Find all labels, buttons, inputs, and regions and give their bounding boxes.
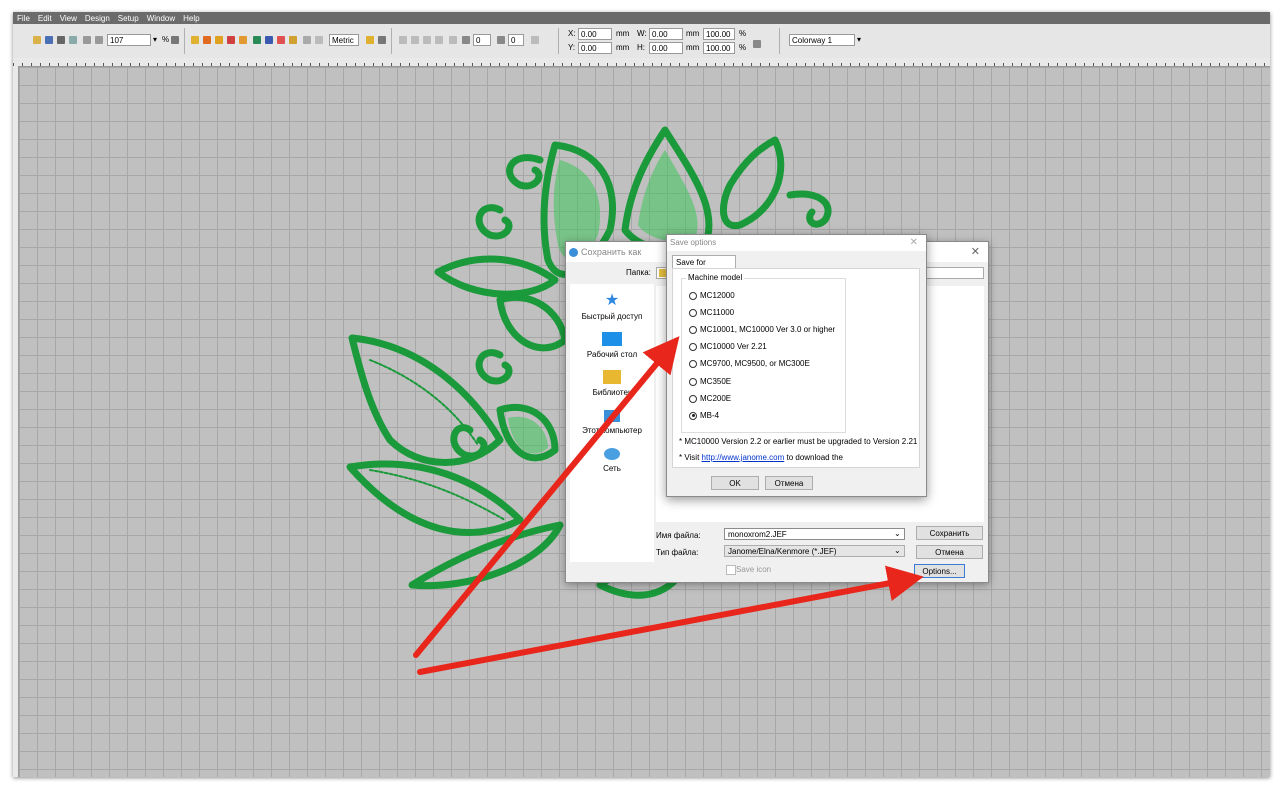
app-icon [569,248,578,257]
radio-selected-icon [689,411,697,420]
places-sidebar: ★ Быстрый доступ Рабочий стол Библиотек … [570,284,654,562]
radio-label: MC11000 [700,308,735,317]
folder-icon [603,370,621,384]
visit-suffix: to download the [786,453,843,462]
janome-link[interactable]: http://www.janome.com [702,453,785,462]
filename-label: Имя файла: [656,531,701,540]
save-button[interactable]: Сохранить [916,526,983,540]
close-icon[interactable]: ✕ [971,245,980,258]
options-button[interactable]: Options... [914,564,965,578]
radio-label: MC10001, MC10000 Ver 3.0 or higher [700,325,836,334]
radio-icon [689,308,697,317]
visit-prefix: * Visit [679,453,700,462]
radio-mc200e[interactable]: MC200E [689,393,731,404]
folder-label: Папка: [626,268,651,277]
radio-mc350e[interactable]: MC350E [689,376,731,387]
ok-button[interactable]: OK [711,476,759,490]
radio-icon [689,359,697,368]
machine-model-group: Machine model MC12000 MC11000 MC10001, M… [681,273,846,433]
tab-save-for-machine[interactable]: Save for Machine [672,255,736,281]
radio-mc12000[interactable]: MC12000 [689,290,735,301]
radio-mb4[interactable]: MB-4 [689,410,719,421]
radio-mc10000-221[interactable]: MC10000 Ver 2.21 [689,341,767,352]
filename-input[interactable]: monoxrom2.JEF [724,528,905,540]
nav-desktop-label: Рабочий стол [586,350,638,359]
filename-dropdown-icon[interactable]: ⌄ [894,528,901,540]
save-icon-checkbox[interactable] [726,565,736,575]
radio-label: MC200E [700,394,732,403]
filetype-select[interactable]: Janome/Elna/Kenmore (*.JEF) [724,545,905,557]
nav-this-pc-label: Этот компьютер [582,426,642,435]
nav-quick-access-label: Быстрый доступ [581,312,643,321]
radio-mc11000[interactable]: MC11000 [689,307,734,318]
visit-note: * Visit http://www.janome.com to downloa… [679,453,843,462]
radio-label: MC12000 [700,291,735,300]
save-options-title: Save options [670,238,717,247]
radio-mc10001[interactable]: MC10001, MC10000 Ver 3.0 or higher [689,324,835,335]
filetype-label: Тип файла: [656,548,699,557]
save-as-title: Сохранить как [581,247,642,257]
network-icon [604,448,620,460]
radio-icon [689,342,697,351]
nav-network[interactable]: Сеть [570,448,654,473]
filetype-dropdown-icon[interactable]: ⌄ [894,545,901,557]
close-icon[interactable]: ✕ [910,235,918,251]
radio-icon [689,377,697,386]
radio-icon [689,291,697,300]
radio-icon [689,325,697,334]
radio-label: MC9700, MC9500, or MC300E [700,359,810,368]
machine-tab-panel: Machine model MC12000 MC11000 MC10001, M… [672,268,920,468]
cancel-button[interactable]: Отмена [916,545,983,559]
save-icon-label: Save icon [736,565,772,574]
computer-icon [604,410,620,422]
nav-this-pc[interactable]: Этот компьютер [570,410,654,435]
radio-mc9700[interactable]: MC9700, MC9500, or MC300E [689,358,810,369]
nav-quick-access[interactable]: ★ Быстрый доступ [570,292,654,321]
nav-libraries[interactable]: Библиотек [570,370,654,397]
nav-desktop[interactable]: Рабочий стол [570,332,654,359]
radio-icon [689,394,697,403]
options-cancel-button[interactable]: Отмена [765,476,813,490]
nav-network-label: Сеть [603,464,621,473]
desktop-icon [602,332,622,346]
nav-libraries-label: Библиотек [592,388,632,397]
save-options-dialog: Save options ✕ Save for Machine Machine … [666,234,927,497]
radio-label: MC10000 Ver 2.21 [700,342,767,351]
upgrade-note: * MC10000 Version 2.2 or earlier must be… [679,437,918,446]
save-options-titlebar: Save options ✕ [667,235,926,251]
machine-model-label: Machine model [686,273,745,282]
star-icon: ★ [604,292,620,309]
radio-label: MB-4 [700,411,720,420]
radio-label: MC350E [700,377,732,386]
